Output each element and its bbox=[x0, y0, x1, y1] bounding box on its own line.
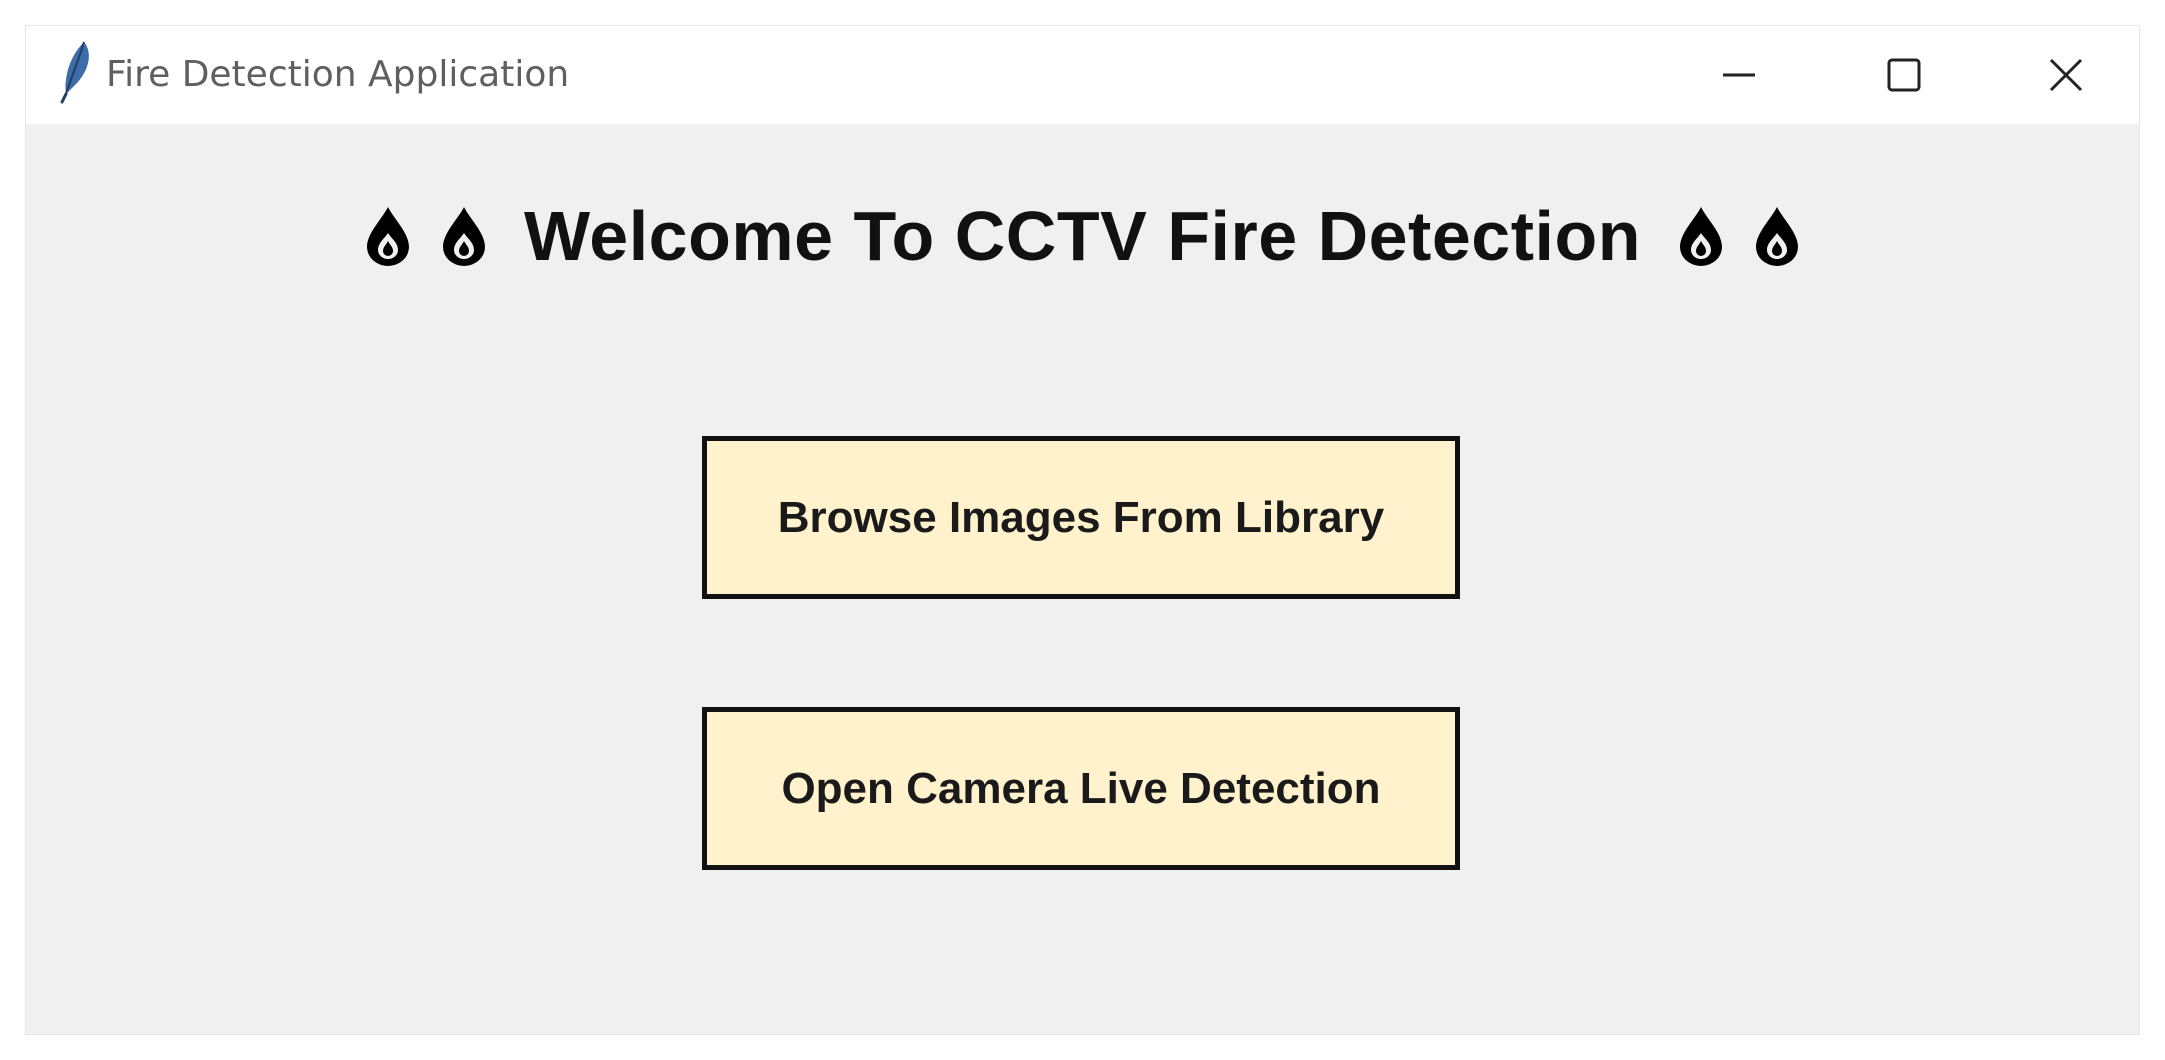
page-title: Welcome To CCTV Fire Detection bbox=[523, 197, 1642, 275]
minimize-icon bbox=[1723, 73, 1755, 77]
browse-images-button[interactable]: Browse Images From Library bbox=[702, 436, 1460, 599]
flame-drop-icon bbox=[366, 207, 409, 266]
main-content: Welcome To CCTV Fire Detection Browse Im… bbox=[26, 124, 2139, 1036]
app-window: Fire Detection Application Welcome To CC… bbox=[25, 25, 2140, 1035]
close-button[interactable] bbox=[2006, 26, 2126, 124]
maximize-icon bbox=[1887, 58, 1921, 92]
window-title: Fire Detection Application bbox=[106, 54, 570, 95]
minimize-button[interactable] bbox=[1679, 26, 1799, 124]
heading-row: Welcome To CCTV Fire Detection bbox=[26, 196, 2139, 276]
flame-drop-icon bbox=[442, 207, 485, 266]
flame-drop-icon bbox=[1680, 207, 1723, 266]
close-icon bbox=[2049, 58, 2083, 92]
open-camera-button[interactable]: Open Camera Live Detection bbox=[702, 707, 1460, 870]
flame-drop-icon bbox=[1756, 207, 1799, 266]
maximize-button[interactable] bbox=[1844, 26, 1964, 124]
title-bar[interactable]: Fire Detection Application bbox=[26, 26, 2139, 124]
feather-icon bbox=[60, 41, 89, 104]
